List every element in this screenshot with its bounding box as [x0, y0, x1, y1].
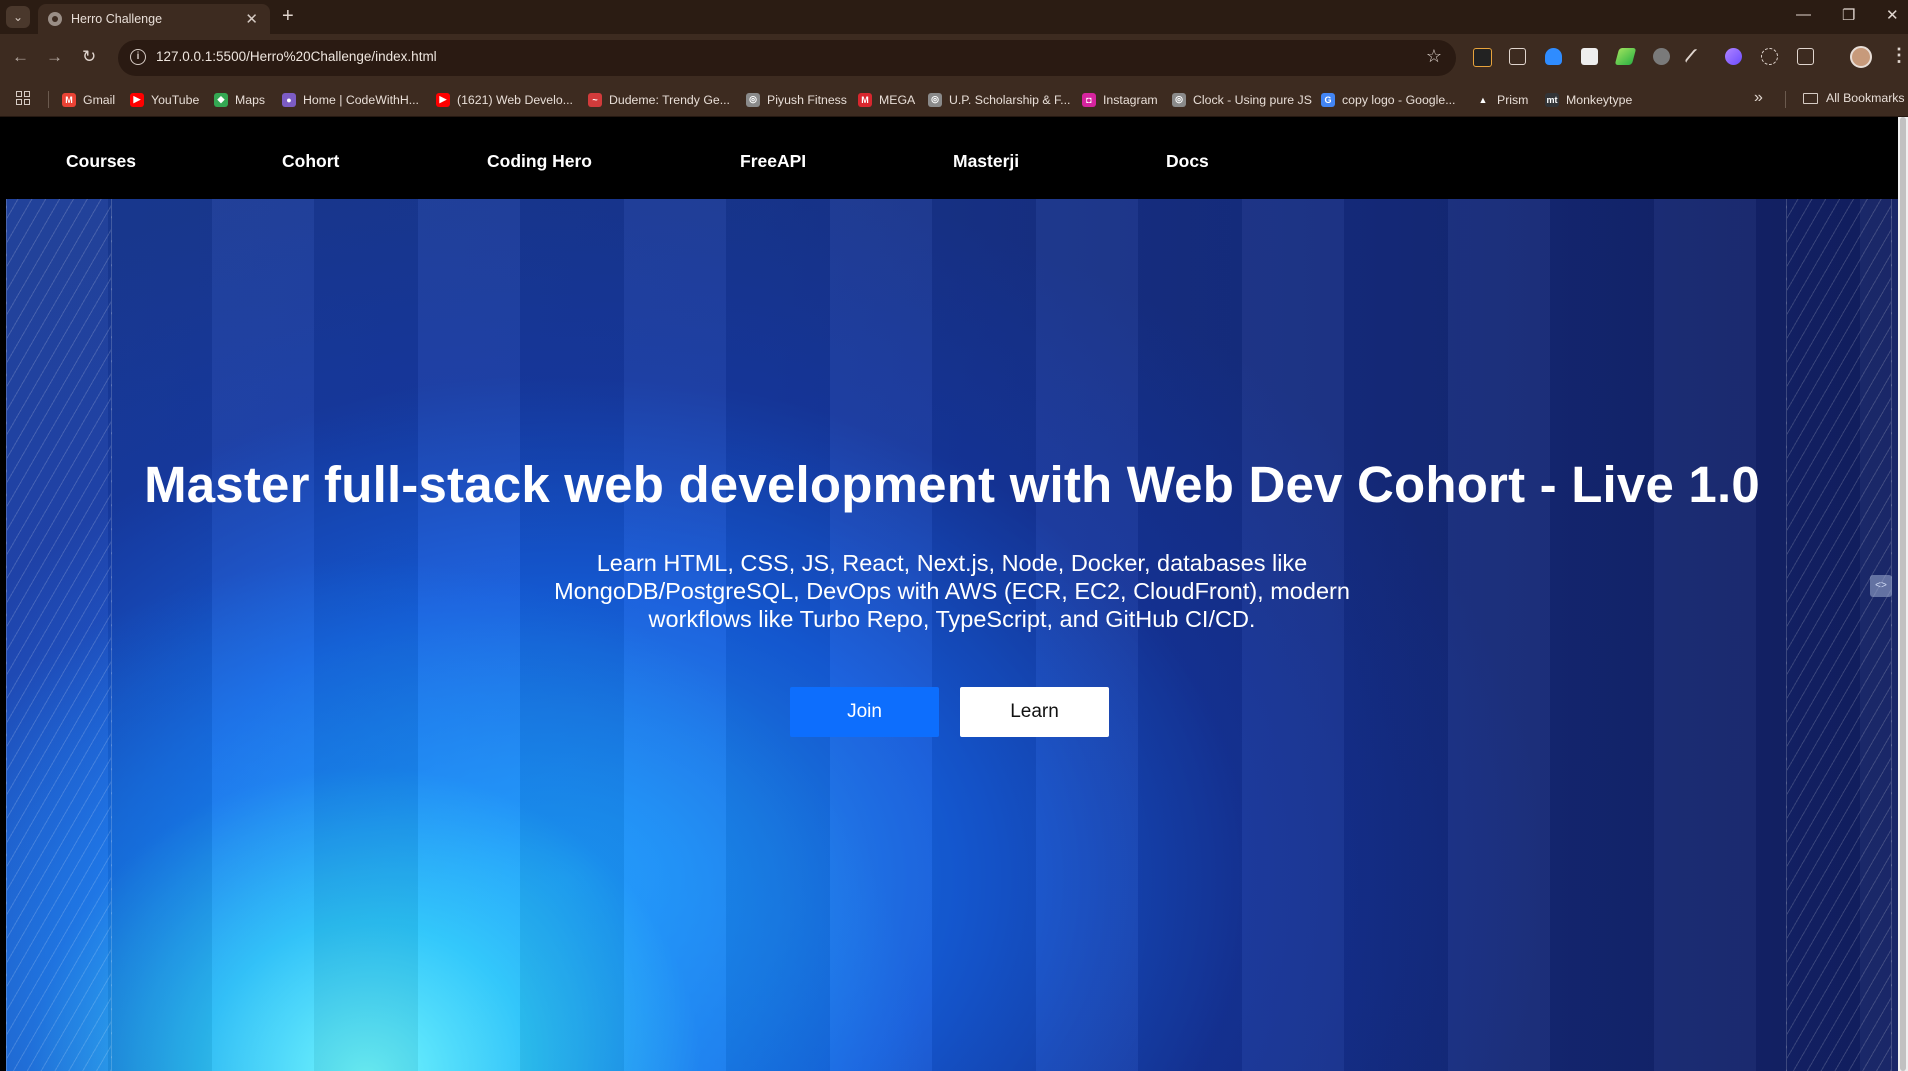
bookmark-label: (1621) Web Develo...: [457, 92, 573, 107]
hero-section: <> Master full-stack web development wit…: [6, 199, 1898, 1071]
join-button[interactable]: Join: [790, 687, 939, 737]
globe-icon: ◎: [1172, 92, 1186, 107]
bookmark-item[interactable]: ◆ Maps: [214, 91, 265, 108]
globe-icon: [48, 12, 62, 26]
bookmark-item[interactable]: ◎ U.P. Scholarship & F...: [928, 91, 1070, 108]
restore-icon[interactable]: ❐: [1842, 6, 1855, 24]
forward-icon[interactable]: →: [46, 47, 63, 67]
monkeytype-icon: mt: [1545, 92, 1559, 107]
hero-left-hatched-panel: [6, 199, 112, 1071]
bookmark-item[interactable]: ◘ Instagram: [1082, 91, 1158, 108]
maps-icon: ◆: [214, 92, 228, 107]
extension-icon[interactable]: [1509, 48, 1526, 65]
more-bookmarks-icon[interactable]: »: [1754, 89, 1763, 107]
extension-icon[interactable]: [1581, 48, 1598, 65]
bookmark-item[interactable]: ● Home | CodeWithH...: [282, 91, 419, 108]
page-viewport: Courses Cohort Coding Hero FreeAPI Maste…: [0, 117, 1908, 1071]
bookmark-label: Dudeme: Trendy Ge...: [609, 92, 730, 107]
divider: [1785, 91, 1786, 108]
apps-grid-icon[interactable]: [16, 91, 31, 106]
bookmark-item[interactable]: ▶ YouTube: [130, 91, 199, 108]
nav-link-cohort[interactable]: Cohort: [282, 151, 339, 172]
extension-icon[interactable]: [1684, 48, 1700, 65]
close-window-icon[interactable]: ✕: [1886, 6, 1899, 24]
close-tab-icon[interactable]: ✕: [245, 10, 258, 28]
extension-icon[interactable]: [1545, 48, 1562, 65]
bookmarks-bar: M Gmail ▶ YouTube ◆ Maps ● Home | CodeWithH... ▶…: [0, 82, 1908, 117]
extension-icon[interactable]: [1614, 48, 1637, 65]
browser-toolbar: ← → ↻ i 127.0.0.1:5500/Herro%20Challenge…: [0, 34, 1908, 82]
youtube-icon: ▶: [436, 92, 450, 107]
extensions-puzzle-icon[interactable]: [1797, 48, 1814, 65]
bookmark-item[interactable]: M Gmail: [62, 91, 115, 108]
page-scrollbar[interactable]: [1898, 117, 1908, 1071]
hero-background-stripes: [6, 199, 1898, 1071]
site-info-icon[interactable]: i: [130, 49, 146, 65]
nav-link-courses[interactable]: Courses: [66, 151, 136, 172]
dudeme-icon: ~: [588, 92, 602, 107]
bookmark-item[interactable]: M MEGA: [858, 91, 915, 108]
divider: [48, 91, 49, 108]
bookmark-item[interactable]: ◎ Clock - Using pure JS: [1172, 91, 1312, 108]
site-navbar: Courses Cohort Coding Hero FreeAPI Maste…: [0, 117, 1898, 199]
bookmark-item[interactable]: ▶ (1621) Web Develo...: [436, 91, 573, 108]
all-bookmarks-button[interactable]: All Bookmarks: [1803, 91, 1905, 105]
extension-icon[interactable]: [1725, 48, 1742, 65]
bookmark-item[interactable]: ~ Dudeme: Trendy Ge...: [588, 91, 730, 108]
nav-link-docs[interactable]: Docs: [1166, 151, 1209, 172]
bookmark-label: Instagram: [1103, 92, 1158, 107]
globe-icon: ◎: [746, 92, 760, 107]
bookmark-label: Maps: [235, 92, 266, 107]
bookmark-item[interactable]: Gcopy logo - Google...: [1321, 91, 1455, 108]
learn-button[interactable]: Learn: [960, 687, 1109, 737]
youtube-icon: ▶: [130, 92, 144, 107]
bookmark-item[interactable]: ◎ Piyush Fitness: [746, 91, 847, 108]
google-icon: G: [1321, 92, 1335, 107]
mega-icon: M: [858, 92, 872, 107]
browser-tab-active[interactable]: Herro Challenge ✕: [38, 4, 270, 34]
globe-icon: ◎: [928, 92, 942, 107]
tab-title: Herro Challenge: [71, 12, 163, 26]
extension-icon[interactable]: [1473, 48, 1492, 67]
extension-icon[interactable]: [1761, 48, 1778, 65]
tab-search-button[interactable]: ⌄: [6, 6, 30, 28]
bookmark-label: copy logo - Google...: [1342, 92, 1456, 107]
bookmark-item[interactable]: mt Monkeytype: [1545, 91, 1632, 108]
address-bar[interactable]: i 127.0.0.1:5500/Herro%20Challenge/index…: [118, 40, 1456, 76]
bookmark-star-icon[interactable]: ☆: [1426, 46, 1442, 67]
bookmark-label: YouTube: [151, 92, 200, 107]
bookmark-label: Gmail: [83, 92, 116, 107]
bookmark-label: MEGA: [879, 92, 916, 107]
reload-icon[interactable]: ↻: [82, 47, 96, 67]
bookmark-label: Prism: [1497, 92, 1529, 107]
instagram-icon: ◘: [1082, 92, 1096, 107]
browser-menu-icon[interactable]: ⋮: [1890, 46, 1908, 64]
bookmark-label: Home | CodeWithH...: [303, 92, 419, 107]
extension-icon[interactable]: [1653, 48, 1670, 65]
new-tab-button[interactable]: +: [282, 6, 294, 26]
nav-link-freeapi[interactable]: FreeAPI: [740, 151, 806, 172]
nav-link-coding-hero[interactable]: Coding Hero: [487, 151, 592, 172]
scrollbar-thumb[interactable]: [1900, 117, 1906, 1071]
nav-link-masterji[interactable]: Masterji: [953, 151, 1019, 172]
all-bookmarks-label: All Bookmarks: [1826, 91, 1905, 105]
bookmark-label: U.P. Scholarship & F...: [949, 92, 1071, 107]
browser-tab-strip: ⌄ Herro Challenge ✕ + — ❐ ✕: [0, 0, 1908, 34]
bookmark-label: Monkeytype: [1566, 92, 1633, 107]
minimize-icon[interactable]: —: [1796, 6, 1811, 23]
hero-subtitle: Learn HTML, CSS, JS, React, Next.js, Nod…: [554, 550, 1350, 632]
folder-icon: [1803, 92, 1818, 104]
hero-title: Master full-stack web development with W…: [144, 456, 1760, 513]
codewithharry-icon: ●: [282, 92, 296, 107]
gmail-icon: M: [62, 92, 76, 107]
back-icon[interactable]: ←: [12, 47, 29, 67]
bookmark-label: Clock - Using pure JS: [1193, 92, 1312, 107]
profile-avatar[interactable]: [1850, 46, 1872, 68]
url-text[interactable]: 127.0.0.1:5500/Herro%20Challenge/index.h…: [156, 49, 437, 64]
side-panel-handle-icon[interactable]: <>: [1870, 575, 1892, 597]
bookmark-label: Piyush Fitness: [767, 92, 847, 107]
prism-icon: ▲: [1476, 92, 1490, 107]
bookmark-item[interactable]: ▲ Prism: [1476, 91, 1528, 108]
hero-right-hatched-panel: [1786, 199, 1892, 1071]
